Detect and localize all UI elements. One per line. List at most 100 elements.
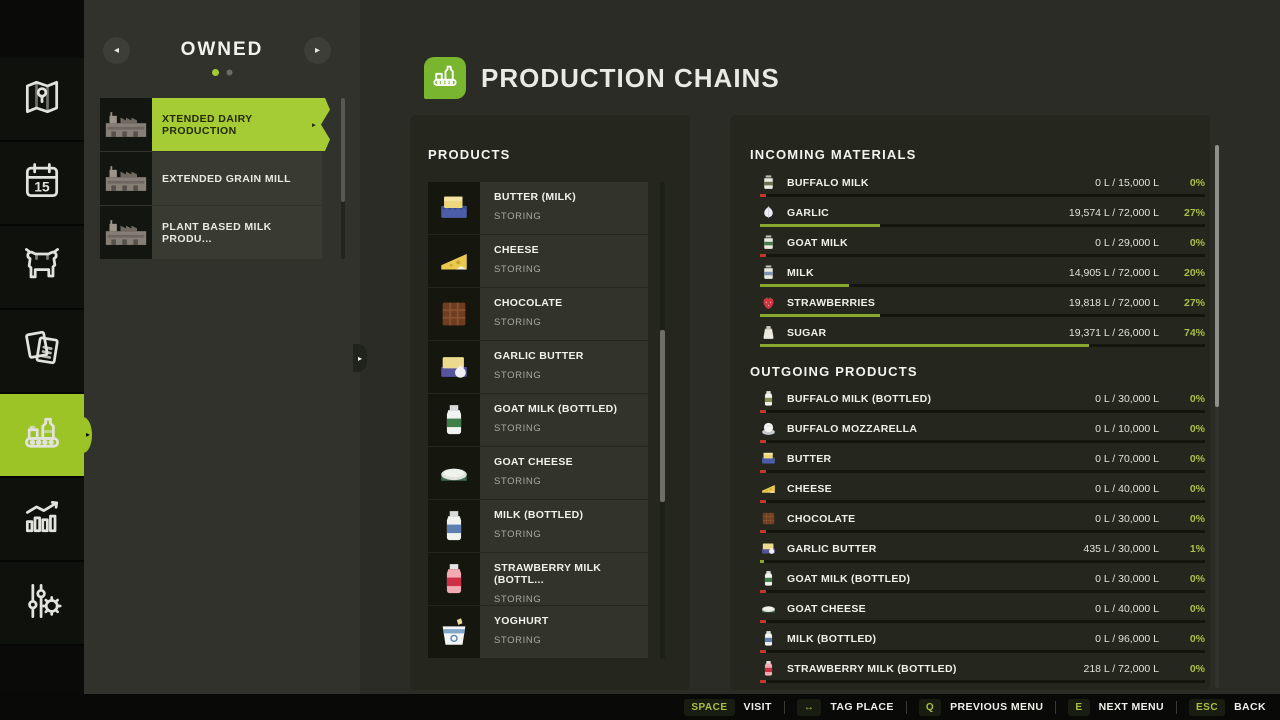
materials-scrollbar-thumb[interactable] bbox=[1215, 145, 1219, 407]
material-row[interactable]: SUGAR19,371 L / 26,000 L74% bbox=[760, 320, 1205, 350]
product-info: STRAWBERRY MILK (BOTTL...STORING bbox=[480, 553, 648, 605]
material-row[interactable]: GOAT MILK0 L / 29,000 L0% bbox=[760, 230, 1205, 260]
product-name: GOAT MILK (BOTTLED) bbox=[494, 403, 648, 415]
product-item[interactable]: YOGHURTSTORING bbox=[428, 606, 648, 658]
product-item[interactable]: BUTTER (MILK)STORING bbox=[428, 182, 648, 234]
material-name: BUTTER bbox=[787, 453, 831, 465]
strawberries-icon bbox=[760, 294, 777, 311]
selected-arrow-icon: ▸ bbox=[312, 121, 316, 129]
hotkey-separator bbox=[1176, 701, 1177, 714]
facility-item[interactable]: XTENDED DAIRY PRODUCTION▸ bbox=[100, 98, 330, 151]
material-row[interactable]: MILK (BOTTLED)0 L / 96,000 L0% bbox=[760, 626, 1205, 656]
facility-scrollbar[interactable] bbox=[341, 98, 345, 259]
pagination-dot[interactable] bbox=[226, 70, 232, 76]
goat-milk-icon bbox=[760, 234, 777, 251]
owned-panel: ◂ OWNED ▸ XTENDED DAIRY PRODUCTION▸EXTEN… bbox=[84, 0, 360, 694]
progress-track bbox=[760, 344, 1205, 347]
progress-track bbox=[760, 530, 1205, 533]
material-row[interactable]: CHEESE0 L / 40,000 L0% bbox=[760, 476, 1205, 506]
production-chains-screen: 15 ▸ ◂ OWNED ▸ XTENDED DAIRY PRODUCTION▸E… bbox=[0, 0, 1280, 720]
zero-marker bbox=[760, 470, 766, 473]
product-item[interactable]: GARLIC BUTTERSTORING bbox=[428, 341, 648, 393]
material-row[interactable]: STRAWBERRY MILK (BOTTLED)218 L / 72,000 … bbox=[760, 656, 1205, 686]
production-chains-glyph-icon bbox=[430, 61, 460, 96]
pagination-dot[interactable] bbox=[212, 69, 219, 76]
material-row[interactable]: CHOCOLATE0 L / 30,000 L0% bbox=[760, 506, 1205, 536]
material-row[interactable]: GARLIC BUTTER435 L / 30,000 L1% bbox=[760, 536, 1205, 566]
facility-item[interactable]: PLANT BASED MILK PRODU... bbox=[100, 206, 322, 259]
material-amount: 19,371 L / 26,000 L bbox=[1069, 327, 1159, 339]
material-name: STRAWBERRY MILK (BOTTLED) bbox=[787, 663, 957, 675]
map-icon bbox=[20, 75, 64, 124]
buffalo-milk-icon bbox=[760, 174, 777, 191]
panel-collapse-handle[interactable]: ▸ bbox=[353, 344, 367, 372]
sidebar-item-settings[interactable] bbox=[0, 562, 84, 646]
fill-bar bbox=[760, 284, 849, 287]
materials-scrollbar[interactable] bbox=[1215, 145, 1219, 688]
progress-track bbox=[760, 470, 1205, 473]
sidebar-item-map[interactable] bbox=[0, 58, 84, 142]
products-scrollbar[interactable] bbox=[660, 182, 665, 659]
material-row[interactable]: BUFFALO MILK (BOTTLED)0 L / 30,000 L0% bbox=[760, 386, 1205, 416]
strawberry-milk-bottled-icon bbox=[428, 553, 480, 605]
production-icon bbox=[20, 411, 64, 460]
fill-bar bbox=[760, 344, 1089, 347]
material-percent: 0% bbox=[1159, 483, 1205, 495]
product-item[interactable]: MILK (BOTTLED)STORING bbox=[428, 500, 648, 552]
goat-milk-bottled-icon bbox=[428, 394, 480, 446]
product-item[interactable]: CHEESESTORING bbox=[428, 235, 648, 287]
hotkey-label: VISIT bbox=[744, 701, 772, 713]
material-name: GOAT CHEESE bbox=[787, 603, 866, 615]
finances-icon bbox=[20, 327, 64, 376]
sidebar-item-animals[interactable] bbox=[0, 226, 84, 310]
material-row[interactable]: STRAWBERRIES19,818 L / 72,000 L27% bbox=[760, 290, 1205, 320]
material-name: BUFFALO MOZZARELLA bbox=[787, 423, 917, 435]
sidebar-item-production[interactable]: ▸ bbox=[0, 394, 84, 478]
outgoing-products-heading: OUTGOING PRODUCTS bbox=[750, 364, 918, 379]
material-percent: 74% bbox=[1159, 327, 1205, 339]
material-row[interactable]: GARLIC19,574 L / 72,000 L27% bbox=[760, 200, 1205, 230]
product-item[interactable]: CHOCOLATESTORING bbox=[428, 288, 648, 340]
sidebar-item-statistics[interactable] bbox=[0, 478, 84, 562]
strawberry-milk-bottled-icon bbox=[760, 660, 777, 677]
product-info: GOAT MILK (BOTTLED)STORING bbox=[480, 394, 648, 446]
product-name: BUTTER (MILK) bbox=[494, 191, 648, 203]
zero-marker bbox=[760, 254, 766, 257]
material-row[interactable]: MILK14,905 L / 72,000 L20% bbox=[760, 260, 1205, 290]
owned-next-button[interactable]: ▸ bbox=[304, 37, 331, 64]
materials-panel: INCOMING MATERIALS BUFFALO MILK0 L / 15,… bbox=[730, 115, 1210, 690]
sidebar-item-calendar[interactable]: 15 bbox=[0, 142, 84, 226]
garlic-icon bbox=[760, 204, 777, 221]
material-amount: 19,818 L / 72,000 L bbox=[1069, 297, 1159, 309]
sidebar-item-finances[interactable] bbox=[0, 310, 84, 394]
material-amount: 0 L / 15,000 L bbox=[1095, 177, 1159, 189]
material-amount: 0 L / 40,000 L bbox=[1095, 483, 1159, 495]
product-status: STORING bbox=[494, 594, 648, 605]
material-row[interactable]: GOAT MILK (BOTTLED)0 L / 30,000 L0% bbox=[760, 566, 1205, 596]
progress-track bbox=[760, 314, 1205, 317]
material-row[interactable]: BUTTER0 L / 70,000 L0% bbox=[760, 446, 1205, 476]
product-item[interactable]: STRAWBERRY MILK (BOTTL...STORING bbox=[428, 553, 648, 605]
material-amount: 0 L / 30,000 L bbox=[1095, 393, 1159, 405]
facility-scrollbar-thumb[interactable] bbox=[341, 98, 345, 202]
material-amount: 0 L / 40,000 L bbox=[1095, 603, 1159, 615]
product-name: YOGHURT bbox=[494, 615, 648, 627]
butter-icon bbox=[760, 450, 777, 467]
progress-track bbox=[760, 620, 1205, 623]
statistics-icon bbox=[20, 495, 64, 544]
material-row[interactable]: GOAT CHEESE0 L / 40,000 L0% bbox=[760, 596, 1205, 626]
owned-pagination bbox=[84, 69, 360, 76]
progress-track bbox=[760, 440, 1205, 443]
material-row[interactable]: BUFFALO MILK0 L / 15,000 L0% bbox=[760, 170, 1205, 200]
products-scrollbar-thumb[interactable] bbox=[660, 330, 665, 502]
hotkey-key-e: E bbox=[1068, 699, 1089, 716]
facility-item[interactable]: EXTENDED GRAIN MILL bbox=[100, 152, 322, 205]
material-percent: 0% bbox=[1159, 393, 1205, 405]
material-amount: 0 L / 70,000 L bbox=[1095, 453, 1159, 465]
product-item[interactable]: GOAT CHEESESTORING bbox=[428, 447, 648, 499]
material-row[interactable]: BUFFALO MOZZARELLA0 L / 10,000 L0% bbox=[760, 416, 1205, 446]
product-item[interactable]: GOAT MILK (BOTTLED)STORING bbox=[428, 394, 648, 446]
progress-track bbox=[760, 680, 1205, 683]
zero-marker bbox=[760, 500, 766, 503]
active-tab-arrow-icon: ▸ bbox=[86, 431, 90, 439]
